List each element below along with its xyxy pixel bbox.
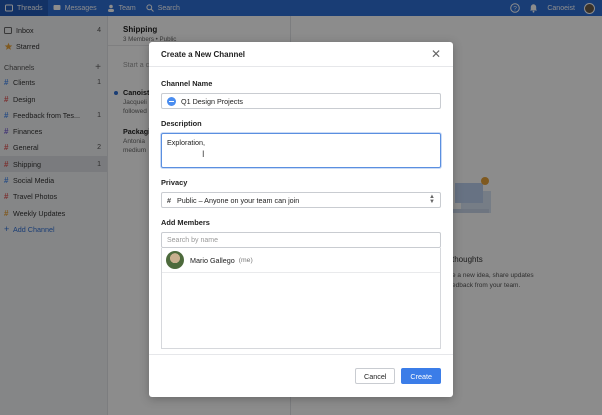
dialog-title: Create a New Channel <box>161 49 246 59</box>
member-search-placeholder: Search by name <box>167 236 218 244</box>
channel-name-value: Q1 Design Projects <box>181 96 243 106</box>
dialog-body: Channel Name Q1 Design Projects Descript… <box>149 67 453 349</box>
add-members-label: Add Members <box>161 218 210 227</box>
channel-name-label: Channel Name <box>161 79 213 88</box>
members-list: Mario Gallego (me) <box>161 248 441 349</box>
avatar <box>166 251 184 269</box>
close-icon[interactable]: ✕ <box>431 47 441 61</box>
dialog-footer: Cancel Create <box>149 354 453 397</box>
description-field[interactable]: Exploration, I <box>161 133 441 168</box>
member-search-input[interactable]: Search by name <box>161 232 441 248</box>
privacy-value: Public – Anyone on your team can join <box>177 195 300 205</box>
create-channel-dialog: Create a New Channel ✕ Channel Name Q1 D… <box>149 42 453 397</box>
description-value: Exploration, <box>167 138 205 147</box>
hash-icon: # <box>167 195 171 205</box>
member-name: Mario Gallego <box>190 255 235 265</box>
select-arrows-icon: ▲ ▼ <box>429 194 435 205</box>
dialog-header: Create a New Channel ✕ <box>149 42 453 67</box>
text-cursor-icon: I <box>202 149 205 159</box>
create-button[interactable]: Create <box>401 368 441 384</box>
channel-color-icon[interactable] <box>167 96 176 106</box>
privacy-select[interactable]: # Public – Anyone on your team can join … <box>161 192 441 208</box>
description-label: Description <box>161 119 202 128</box>
member-row[interactable]: Mario Gallego (me) <box>162 248 440 273</box>
privacy-label: Privacy <box>161 178 188 187</box>
member-tag: (me) <box>238 256 253 264</box>
channel-name-field[interactable]: Q1 Design Projects <box>161 93 441 109</box>
cancel-button[interactable]: Cancel <box>355 368 396 384</box>
